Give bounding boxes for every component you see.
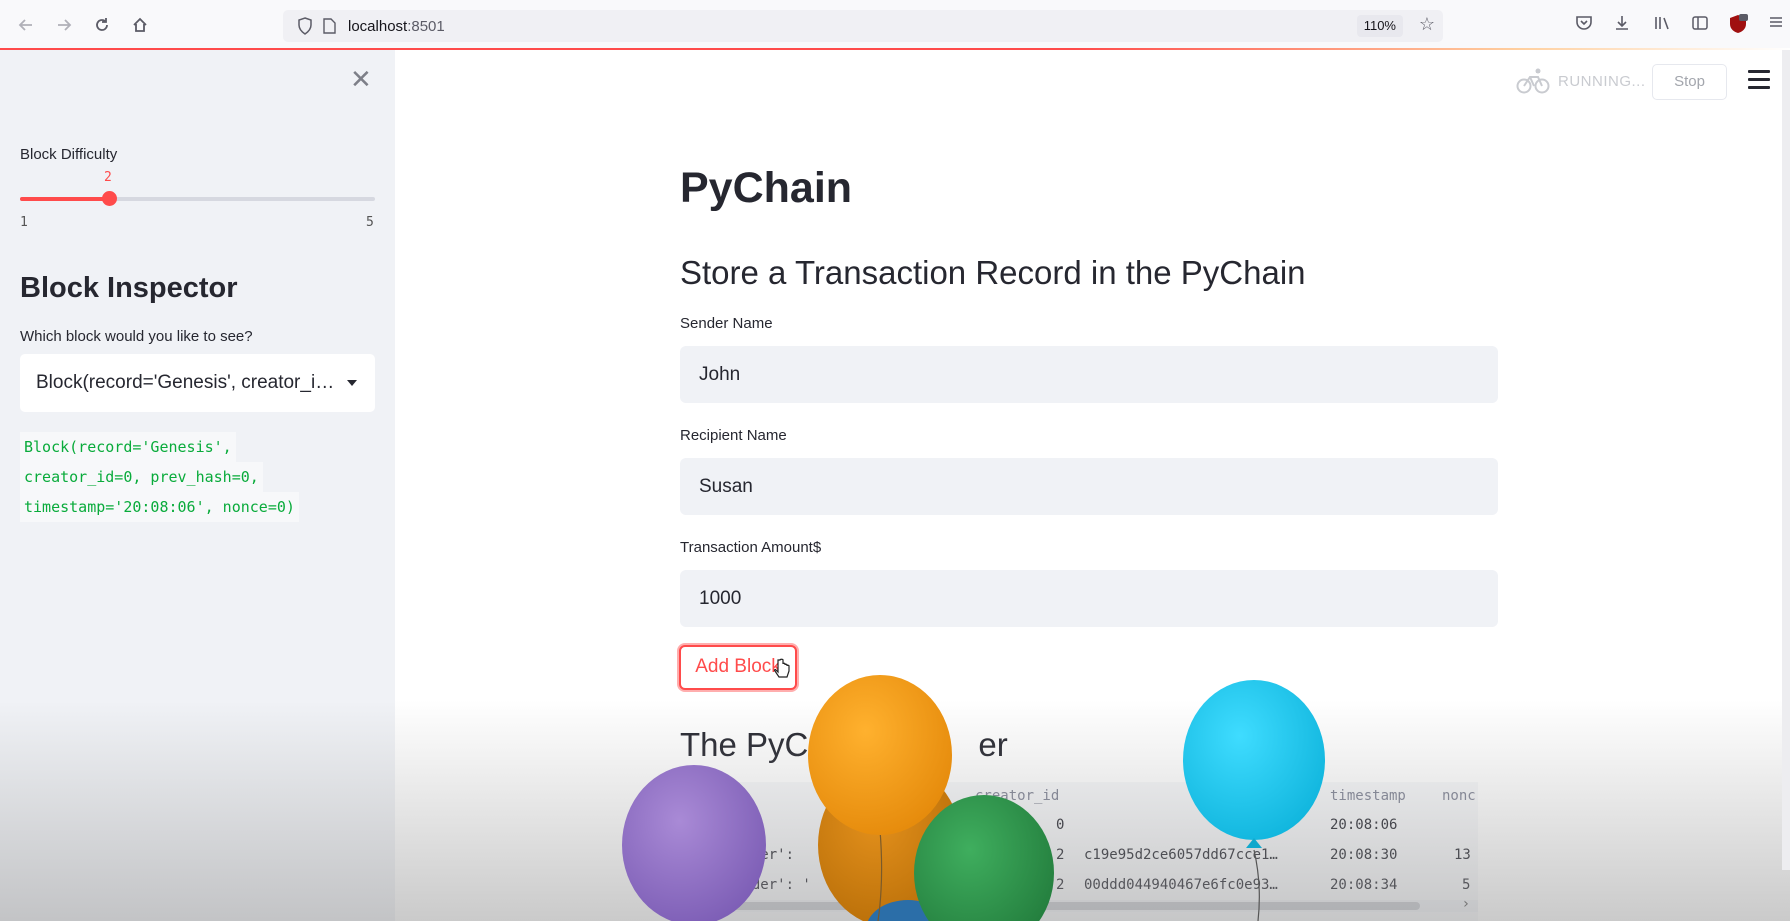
running-text: RUNNING... [1558, 72, 1646, 90]
amount-input[interactable]: 1000 [680, 570, 1498, 627]
slider-max: 5 [366, 215, 374, 230]
sender-label: Sender Name [680, 315, 773, 332]
slider-min: 1 [20, 215, 28, 230]
code-line: creator_id=0, prev_hash=0, [20, 462, 263, 492]
table-cell-record: ender': ' [735, 877, 811, 893]
download-icon[interactable] [1611, 14, 1633, 36]
block-inspector-heading: Block Inspector [20, 272, 238, 304]
chevron-down-icon [347, 380, 357, 386]
table-cell-creator-id: 0 [1056, 817, 1065, 833]
recipient-input[interactable]: Susan [680, 458, 1498, 515]
chevron-right-icon[interactable]: › [1462, 896, 1470, 912]
zoom-level-badge[interactable]: 110% [1356, 15, 1403, 37]
slider-value: 2 [104, 170, 112, 185]
pocket-icon[interactable] [1573, 14, 1595, 36]
table-cell-timestamp: 20:08:34 [1330, 877, 1398, 893]
code-line: Block(record='Genesis', [20, 432, 236, 462]
bookmark-star-icon[interactable]: ☆ [1419, 14, 1435, 35]
slider-label: Block Difficulty [20, 146, 118, 163]
reload-icon[interactable] [89, 12, 115, 38]
table-cell-timestamp: 20:08:30 [1330, 847, 1398, 863]
block-code: Block(record='Genesis', creator_id=0, pr… [20, 432, 350, 522]
table-scrollbar[interactable]: › [680, 896, 1478, 912]
browser-menu-icon[interactable] [1765, 14, 1787, 36]
running-status: RUNNING... [1516, 64, 1646, 98]
shield-icon[interactable] [297, 17, 313, 40]
hand-cursor-icon [773, 658, 790, 678]
stop-button[interactable]: Stop [1652, 64, 1727, 100]
table-cell-hash: c19e95d2ce6057dd67cce1… [1084, 847, 1278, 863]
amount-value: 1000 [699, 588, 742, 609]
close-icon[interactable]: ✕ [350, 66, 372, 92]
slider-fill [20, 197, 109, 201]
block-select[interactable]: Block(record='Genesis', creator_id=0, pr… [20, 354, 375, 412]
url-text[interactable]: localhost:8501 [348, 18, 445, 35]
bicycle-icon [1516, 68, 1550, 94]
sender-input[interactable]: John [680, 346, 1498, 403]
extension-shield-icon[interactable] [1727, 14, 1749, 36]
recipient-label: Recipient Name [680, 427, 787, 444]
table-cell-record: ender': [735, 847, 795, 863]
table-cell-creator-id: 2 [1056, 847, 1065, 863]
block-select-value: Block(record='Genesis', creator_id=0, pr… [36, 372, 336, 393]
recipient-value: Susan [699, 476, 753, 497]
sidebar: ✕ Block Difficulty 2 1 5 Block Inspector… [0, 50, 395, 921]
difficulty-slider[interactable] [20, 191, 375, 206]
column-header-nonce: nonc [1442, 788, 1476, 804]
column-header-creator-id: creator_id [975, 788, 1060, 804]
ledger-table[interactable]: creator_id timestamp nonc 0 20:08:06 end… [680, 782, 1478, 921]
url-bar[interactable]: localhost:8501 110% ☆ [283, 10, 1443, 42]
page-title: PyChain [680, 164, 853, 212]
library-icon[interactable] [1651, 14, 1673, 36]
ledger-heading: The PyC er [680, 726, 1008, 763]
section-heading: Store a Transaction Record in the PyChai… [680, 254, 1306, 291]
hamburger-menu-icon[interactable] [1748, 70, 1770, 92]
page-scrollbar[interactable] [1782, 50, 1790, 870]
page-icon [323, 18, 336, 39]
table-cell-creator-id: 2 [1056, 877, 1065, 893]
block-select-label: Which block would you like to see? [20, 328, 253, 345]
browser-toolbar: localhost:8501 110% ☆ [0, 0, 1790, 49]
back-arrow-icon[interactable] [13, 12, 39, 38]
table-cell-nonce: 5 [1462, 877, 1471, 893]
table-cell-nonce: 13 [1454, 847, 1471, 863]
amount-label: Transaction Amount$ [680, 539, 822, 556]
scrollbar-thumb[interactable] [720, 902, 1420, 910]
slider-thumb[interactable] [101, 191, 117, 206]
home-icon[interactable] [127, 12, 153, 38]
sidebar-toggle-icon[interactable] [1689, 14, 1711, 36]
column-header-timestamp: timestamp [1330, 788, 1406, 804]
sender-value: John [699, 364, 741, 385]
table-cell-hash: 00ddd044940467e6fc0e93… [1084, 877, 1278, 893]
table-cell-timestamp: 20:08:06 [1330, 817, 1398, 833]
forward-arrow-icon[interactable] [51, 12, 77, 38]
code-line: timestamp='20:08:06', nonce=0) [20, 492, 299, 522]
